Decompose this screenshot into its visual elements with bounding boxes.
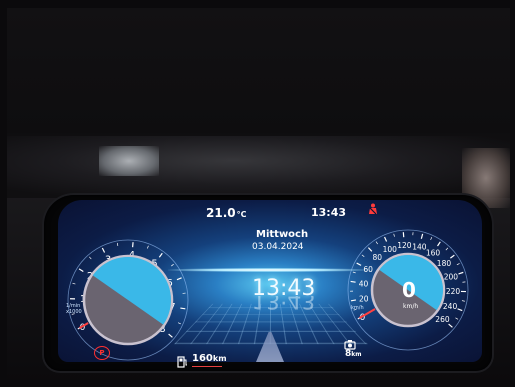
gauge-tick xyxy=(101,247,106,253)
center-clock-reflection: 13:43 xyxy=(252,296,316,310)
gauge-tick xyxy=(158,252,163,258)
weekday-label: Mittwoch xyxy=(256,229,309,240)
gauge-tick xyxy=(393,233,395,237)
gauge-tick xyxy=(450,254,455,259)
gauge-tick xyxy=(455,317,459,320)
status-clock: 13:43 xyxy=(311,206,347,219)
gauge-tick xyxy=(147,245,149,249)
gauge-tick xyxy=(352,271,356,274)
range-underline xyxy=(192,366,222,367)
gauge-tick xyxy=(168,333,173,338)
gauge-tick xyxy=(171,263,174,267)
gauge-tick xyxy=(356,262,362,266)
speed-unit: km/h xyxy=(403,303,419,310)
gauge-tick-label: 260 xyxy=(435,315,450,324)
gauge-tick-label: 160 xyxy=(426,249,441,258)
gauge-tick-label: 60 xyxy=(363,265,373,274)
gauge-tick xyxy=(384,236,388,242)
tachometer-gauge: 123456780 xyxy=(67,239,189,361)
gauge-tick xyxy=(461,300,465,302)
trip-readout: 8km xyxy=(345,349,362,359)
camera-icon xyxy=(344,335,356,350)
gauge-tick xyxy=(448,323,453,328)
gauge-tick xyxy=(420,233,424,239)
range-readout: 160km xyxy=(192,353,227,364)
gauge-tick xyxy=(445,247,449,251)
gauge-tick xyxy=(180,307,186,310)
gauge-tick xyxy=(375,241,378,245)
gauge-tick-label: 20 xyxy=(359,294,369,303)
gauge-tick-label: 100 xyxy=(383,245,398,254)
gauge-tick-label: 200 xyxy=(444,272,459,281)
parking-brake-icon: P xyxy=(94,346,110,360)
gauge-tick-label: 80 xyxy=(372,253,382,262)
gauge-tick xyxy=(361,254,365,257)
gauge-tick-label: 180 xyxy=(437,259,452,268)
gauge-tick xyxy=(116,242,119,247)
gauge-tick xyxy=(89,256,92,260)
date-label: 03.04.2024 xyxy=(252,242,304,252)
gauge-tick-label: 220 xyxy=(446,287,461,296)
gauge-tick xyxy=(458,271,464,275)
gauge-tick xyxy=(177,322,181,325)
gauge-tick-label: 120 xyxy=(397,241,412,250)
gauge-tick xyxy=(367,247,373,252)
gauge-tick-label: 40 xyxy=(359,279,369,288)
speedometer-unit-small: km/h xyxy=(351,305,364,311)
gauge-tick xyxy=(457,308,463,312)
gauge-tick-label: 140 xyxy=(412,242,427,251)
gauge-tick xyxy=(350,280,356,283)
gauge-tick xyxy=(176,277,182,281)
temp-unit: °C xyxy=(236,210,247,219)
gauge-tick-label: 240 xyxy=(443,302,458,311)
rpm-unit-label: 1/min x1000 xyxy=(66,303,82,315)
gauges-layer: 123456780 20 40 60 80100120140160180 200 220 2… xyxy=(67,229,469,361)
gauge-tick xyxy=(456,263,460,266)
seatbelt-warning-icon xyxy=(367,203,379,217)
outside-temperature: 21.0°C xyxy=(206,206,247,220)
speed-readout: 0 xyxy=(402,278,416,302)
gauge-tick xyxy=(430,236,433,240)
fuel-pump-icon xyxy=(177,353,189,368)
gauge-tick xyxy=(72,282,76,285)
gauge-tick xyxy=(78,268,84,273)
gauge-tick xyxy=(437,241,441,247)
gauge-tick xyxy=(350,299,357,302)
